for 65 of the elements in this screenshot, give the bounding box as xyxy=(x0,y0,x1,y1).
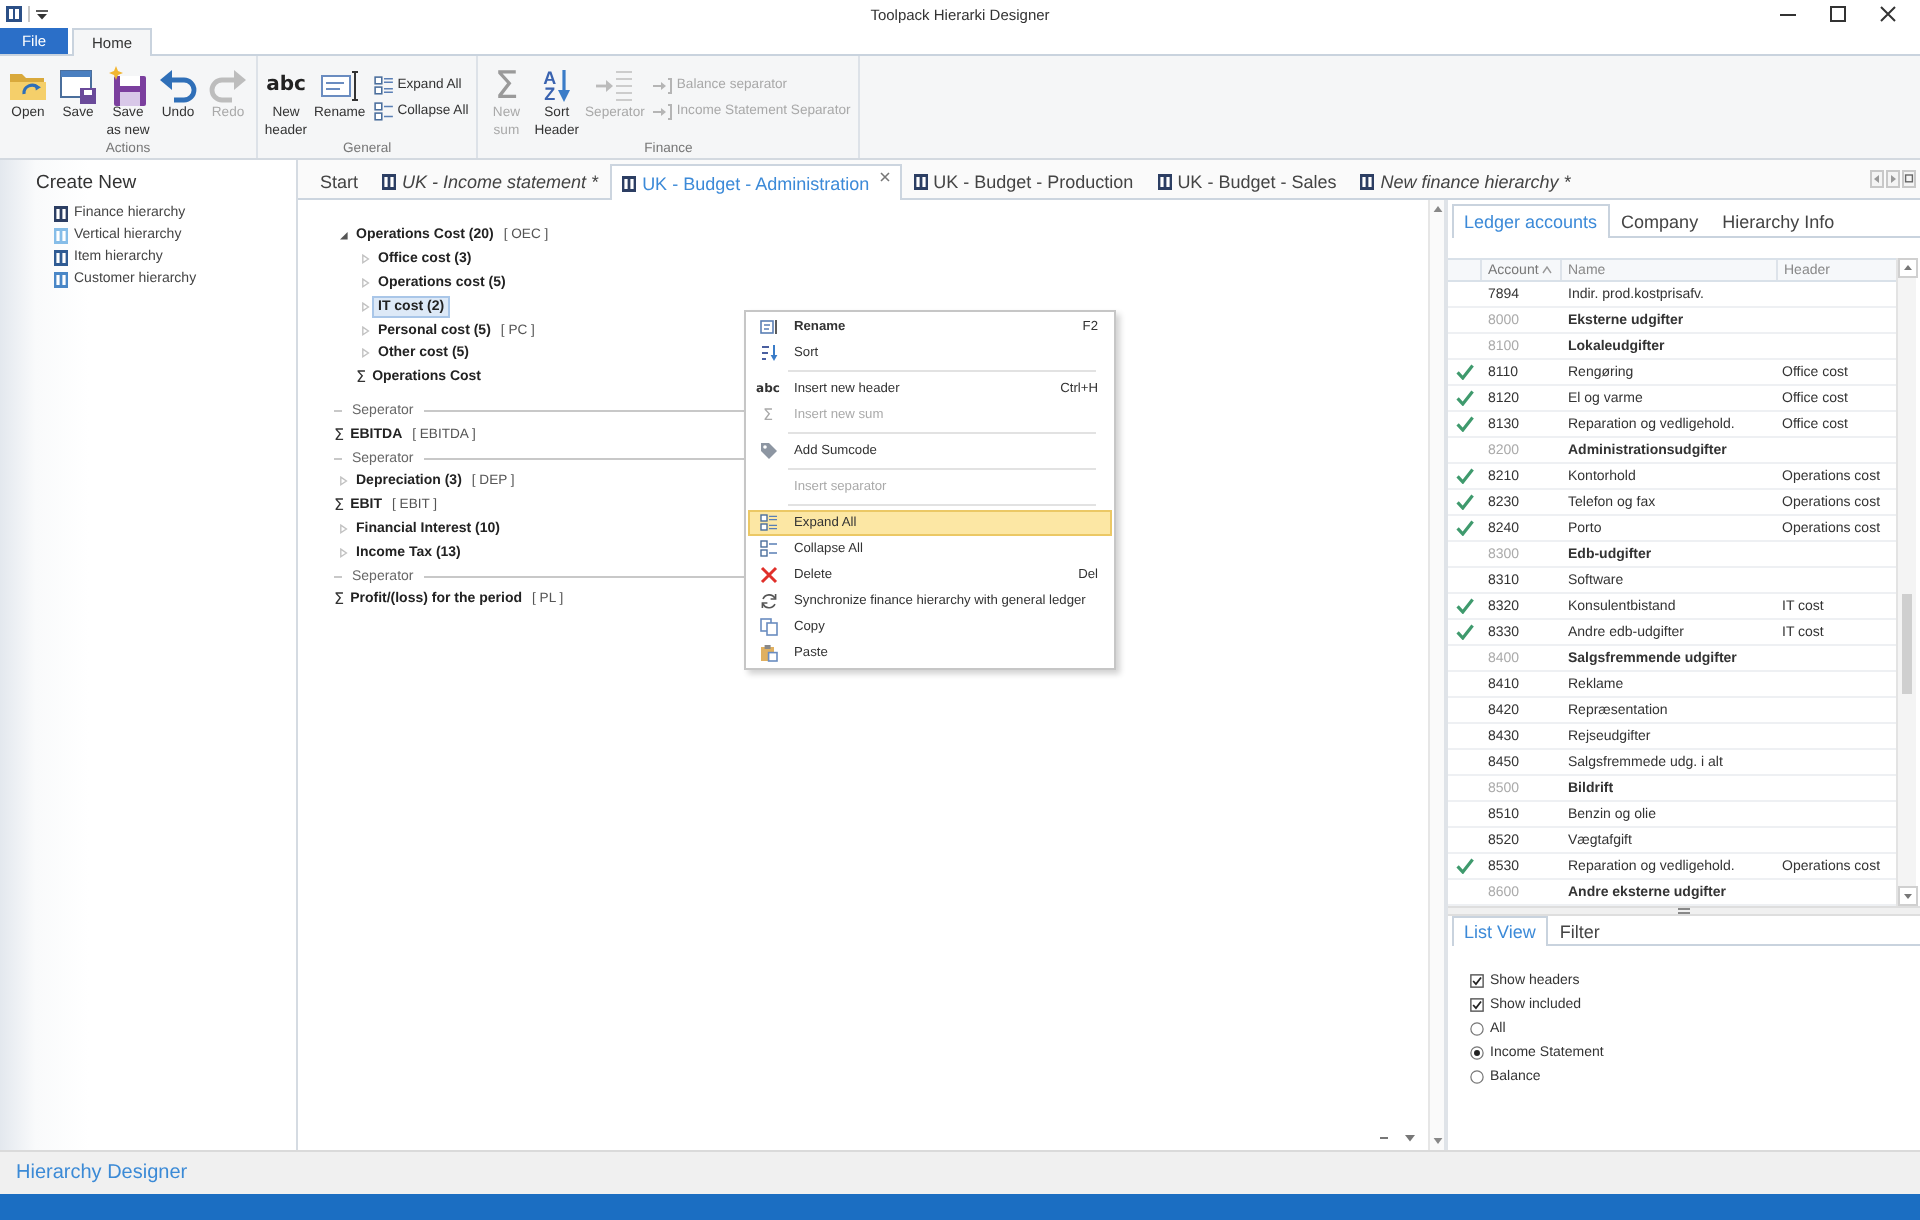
document-tab[interactable]: UK - Income statement * xyxy=(370,164,611,198)
scroll-up-icon[interactable] xyxy=(1898,258,1918,278)
scrollbar[interactable] xyxy=(1896,258,1916,906)
scroll-right-icon[interactable] xyxy=(1886,170,1900,188)
text-box-icon xyxy=(319,66,360,106)
abc-text-icon: abc xyxy=(266,66,306,106)
sigma-icon: Σ xyxy=(334,425,345,444)
window-list-icon[interactable] xyxy=(1902,170,1916,188)
document-tab[interactable]: New finance hierarchy * xyxy=(1348,164,1583,198)
expand-list-icon xyxy=(373,75,394,95)
copy-icon xyxy=(759,618,777,636)
save-icon xyxy=(58,66,98,106)
panel-tab[interactable]: Hierarchy Info xyxy=(1710,204,1847,236)
radio-button[interactable] xyxy=(1470,1021,1484,1036)
scrollbar[interactable] xyxy=(1428,200,1444,1150)
collapse-list-icon xyxy=(373,101,394,121)
triangle-icon[interactable] xyxy=(336,228,350,243)
grip-icon[interactable] xyxy=(1678,908,1690,914)
close-icon[interactable] xyxy=(1880,6,1896,22)
minus-icon[interactable] xyxy=(1378,1132,1390,1144)
hierarchy-icon xyxy=(1157,174,1172,190)
checkbox[interactable] xyxy=(1470,997,1484,1012)
sort-ascending-icon xyxy=(1542,266,1552,274)
arrow-bracket-icon xyxy=(652,101,673,121)
document-tab[interactable]: UK - Budget - Administration xyxy=(610,164,902,200)
sigma-icon: Σ xyxy=(486,66,527,106)
expand-list-icon xyxy=(759,514,777,532)
sync-icon xyxy=(759,592,777,610)
caret-down-icon[interactable] xyxy=(36,9,48,19)
undo-icon xyxy=(158,66,198,106)
hierarchy-icon xyxy=(1360,174,1375,190)
radio-button[interactable] xyxy=(1470,1070,1484,1085)
scrollbar-thumb[interactable] xyxy=(1902,594,1912,694)
floppy-disk-icon xyxy=(108,66,148,106)
footer-title: Hierarchy Designer xyxy=(16,1162,188,1184)
sigma-icon: Σ xyxy=(334,496,345,515)
arrow-bracket-icon xyxy=(652,75,673,95)
document-tab[interactable]: UK - Budget - Production xyxy=(901,164,1146,198)
tag-icon xyxy=(759,442,777,460)
start-tab[interactable]: Start xyxy=(308,164,371,198)
delete-icon xyxy=(759,566,777,584)
paste-icon xyxy=(759,644,777,662)
hierarchy-icon xyxy=(622,175,637,191)
sigma-icon: Σ xyxy=(762,407,774,423)
scroll-down-icon[interactable] xyxy=(1898,886,1918,906)
sigma-icon: Σ xyxy=(356,368,367,387)
hierarchy-icon xyxy=(913,174,928,190)
maximize-icon[interactable] xyxy=(1830,6,1846,22)
panel-tab[interactable]: Filter xyxy=(1547,916,1612,944)
redo-icon xyxy=(208,66,248,106)
app-icon[interactable] xyxy=(6,6,22,22)
panel-tab[interactable]: Ledger accounts xyxy=(1452,204,1610,238)
section-title: Create New xyxy=(36,172,137,194)
scroll-left-icon[interactable] xyxy=(1870,170,1884,188)
sort-icon xyxy=(759,344,777,362)
hierarchy-icon xyxy=(382,174,397,190)
collapse-list-icon xyxy=(759,540,777,558)
radio-button[interactable] xyxy=(1470,1046,1484,1061)
panel-tab[interactable]: List View xyxy=(1452,916,1548,946)
sigma-icon: Σ xyxy=(334,590,345,609)
text-box-icon xyxy=(759,318,777,336)
arrow-lines-icon xyxy=(594,66,635,106)
document-tab[interactable]: UK - Budget - Sales xyxy=(1145,164,1349,198)
panel-tab[interactable]: Company xyxy=(1609,204,1711,236)
checkbox[interactable] xyxy=(1470,973,1484,988)
